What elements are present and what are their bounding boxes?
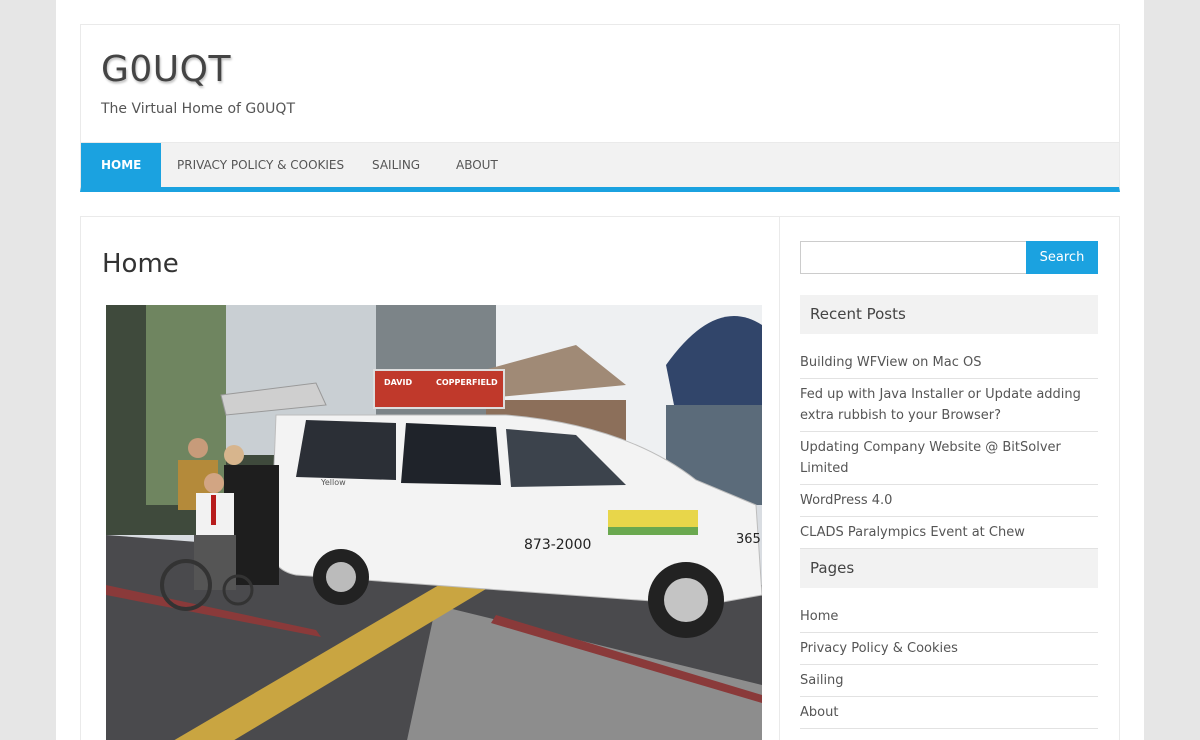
recent-posts-list: Building WFView on Mac OS Fed up with Ja… bbox=[800, 347, 1098, 549]
page-link-sailing[interactable]: Sailing bbox=[800, 665, 1098, 697]
recent-post-link[interactable]: WordPress 4.0 bbox=[800, 485, 1098, 517]
nav-item-home[interactable]: Home bbox=[81, 143, 162, 188]
nav-item-about[interactable]: About bbox=[436, 143, 518, 188]
svg-text:873-2000: 873-2000 bbox=[524, 537, 591, 553]
pages-list: Home Privacy Policy & Cookies Sailing Ab… bbox=[800, 601, 1098, 729]
search-input[interactable] bbox=[800, 241, 1027, 274]
site-description: The Virtual Home of G0UQT bbox=[101, 101, 295, 117]
recent-post-link[interactable]: CLADS Paralympics Event at Chew bbox=[800, 517, 1098, 549]
nav-item-sailing[interactable]: Sailing bbox=[352, 143, 440, 188]
site-header: G0UQT The Virtual Home of G0UQT bbox=[80, 24, 1120, 143]
main-area: Home DAVID COPPERFIELD 873-2000 365 Yell… bbox=[80, 216, 1120, 740]
svg-text:365: 365 bbox=[736, 532, 761, 547]
site-title[interactable]: G0UQT bbox=[101, 49, 231, 90]
featured-photo: DAVID COPPERFIELD 873-2000 365 Yellow bbox=[106, 305, 762, 740]
recent-post-link[interactable]: Building WFView on Mac OS bbox=[800, 347, 1098, 379]
svg-text:COPPERFIELD: COPPERFIELD bbox=[436, 378, 498, 387]
page-container: G0UQT The Virtual Home of G0UQT Home Pri… bbox=[56, 0, 1144, 740]
recent-post-link[interactable]: Updating Company Website @ BitSolver Lim… bbox=[800, 432, 1098, 485]
pages-title: Pages bbox=[800, 549, 1098, 588]
page-link-home[interactable]: Home bbox=[800, 601, 1098, 633]
search-button[interactable]: Search bbox=[1026, 241, 1098, 274]
content-column: Home DAVID COPPERFIELD 873-2000 365 Yell… bbox=[81, 217, 780, 740]
recent-post-link[interactable]: Fed up with Java Installer or Update add… bbox=[800, 379, 1098, 432]
svg-text:DAVID: DAVID bbox=[384, 378, 412, 387]
page-link-about[interactable]: About bbox=[800, 697, 1098, 729]
svg-text:Yellow: Yellow bbox=[320, 478, 346, 487]
page-title: Home bbox=[102, 249, 179, 279]
page-link-privacy[interactable]: Privacy Policy & Cookies bbox=[800, 633, 1098, 665]
recent-posts-title: Recent Posts bbox=[800, 295, 1098, 334]
main-navigation: Home Privacy Policy & Cookies Sailing Ab… bbox=[80, 142, 1120, 192]
nav-item-privacy-policy[interactable]: Privacy Policy & Cookies bbox=[157, 143, 364, 188]
